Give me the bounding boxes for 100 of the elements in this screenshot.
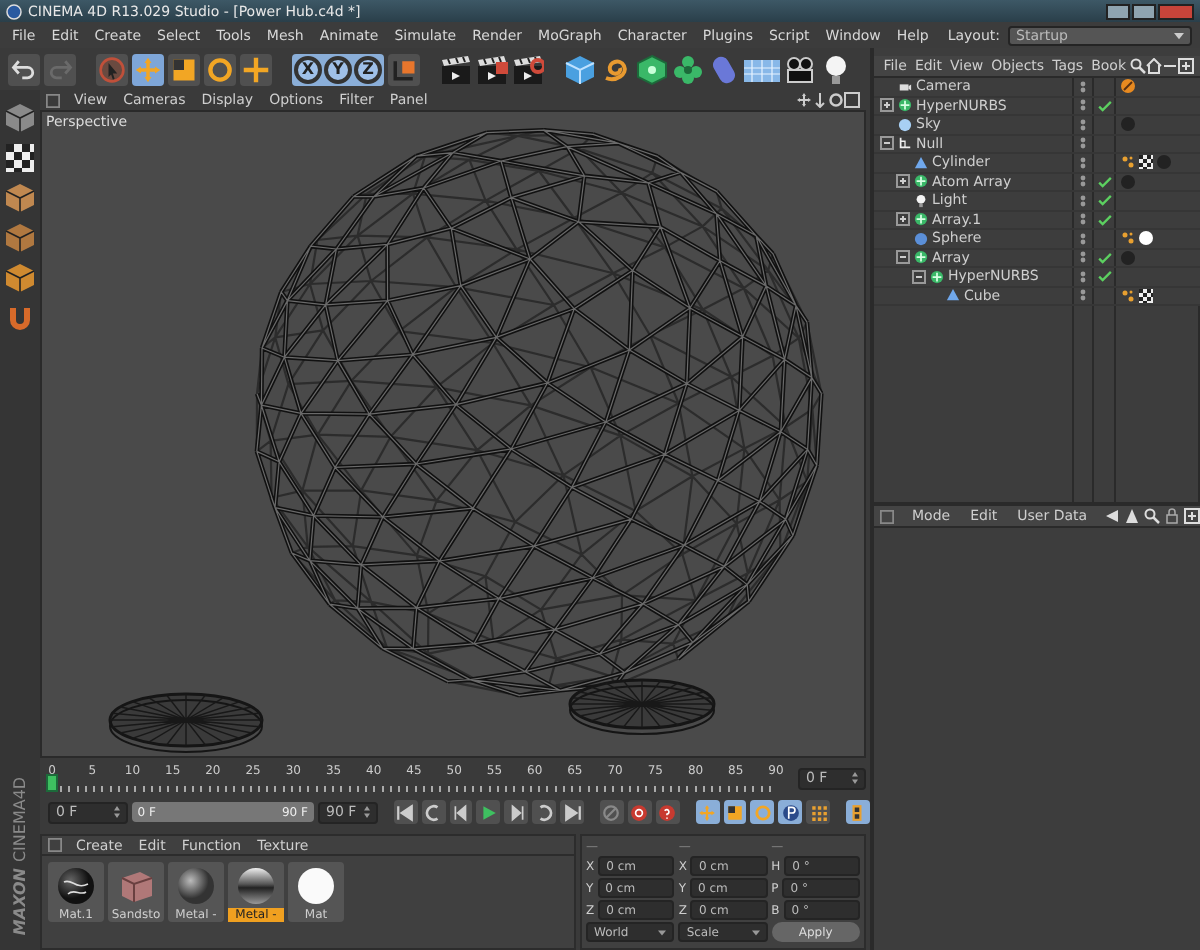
scale-tool-button[interactable] <box>168 53 200 85</box>
object-cone-icon <box>946 288 960 303</box>
previous-key-button[interactable] <box>421 800 446 824</box>
object-generator-icon <box>930 269 944 284</box>
lock-icon[interactable] <box>1163 508 1180 524</box>
material-tag-icon[interactable] <box>1138 230 1154 247</box>
previous-frame-button[interactable] <box>449 800 473 824</box>
parameter-key-icon <box>781 803 800 821</box>
phong-tag-icon[interactable] <box>1120 230 1136 247</box>
maximize-button[interactable] <box>1132 3 1156 19</box>
expand-toggle[interactable] <box>896 174 910 189</box>
enabled-toggle[interactable] <box>1094 211 1116 228</box>
enabled-toggle[interactable] <box>1094 192 1116 209</box>
light-bulb-icon[interactable] <box>820 53 852 85</box>
cube-icon[interactable] <box>4 222 36 254</box>
scale-key-button[interactable] <box>723 800 747 824</box>
expand-toggle[interactable] <box>896 250 910 265</box>
rotate-tool-button[interactable] <box>204 53 236 85</box>
enabled-toggle[interactable] <box>1094 97 1116 114</box>
playhead-handle[interactable] <box>46 774 58 792</box>
next-frame-button[interactable] <box>504 800 529 824</box>
checker-icon[interactable] <box>4 142 36 174</box>
move-tool-button[interactable] <box>132 53 164 85</box>
caret-icon <box>1174 31 1184 39</box>
move-view-icon[interactable] <box>796 92 812 108</box>
enabled-toggle[interactable] <box>1094 249 1116 266</box>
crosshair-tool-button[interactable] <box>240 53 272 85</box>
point-level-icon <box>809 803 828 821</box>
object-generator-icon <box>898 98 912 113</box>
spinner-icon <box>363 806 370 818</box>
axis-lock-button[interactable]: X <box>294 55 322 83</box>
scale-key-icon <box>725 803 744 821</box>
cube-icon[interactable] <box>564 53 596 85</box>
next-key-button[interactable] <box>532 800 557 824</box>
point-level-button[interactable] <box>806 800 831 824</box>
logo-brand: MAXON <box>11 868 29 936</box>
logo-product: CINEMA4D <box>11 776 29 863</box>
flower-icon[interactable] <box>672 53 704 85</box>
scale-icon <box>170 55 198 83</box>
panel-toggle-icon[interactable] <box>880 509 894 523</box>
expand-toggle[interactable] <box>880 98 894 113</box>
expand-toggle[interactable] <box>896 212 910 227</box>
cube-icon[interactable] <box>4 102 36 134</box>
cube-icon[interactable] <box>4 182 36 214</box>
record-key-button[interactable] <box>627 800 652 824</box>
target-tag-icon[interactable] <box>1120 78 1136 95</box>
rotate-view-icon[interactable] <box>828 92 844 108</box>
play-button[interactable] <box>476 800 501 824</box>
expand-toggle[interactable] <box>880 136 894 151</box>
up-arrow-icon[interactable] <box>1123 508 1140 524</box>
app-logo-icon <box>6 3 22 19</box>
zoom-view-icon[interactable] <box>812 92 828 108</box>
auto-key-button[interactable] <box>655 800 680 824</box>
record-icon <box>602 803 621 821</box>
go-to-start-button[interactable] <box>393 800 418 824</box>
clapperboard-icon[interactable] <box>476 53 508 85</box>
axis-lock-button[interactable]: Y <box>324 55 352 83</box>
clapperboard-icon[interactable] <box>512 53 544 85</box>
close-button[interactable] <box>1158 3 1194 19</box>
back-arrow-icon[interactable] <box>1103 508 1120 524</box>
caret-icon <box>751 929 760 935</box>
magnet-icon[interactable] <box>4 302 36 334</box>
panel-toggle-icon[interactable] <box>46 93 60 107</box>
phong-tag-icon[interactable] <box>1120 287 1136 304</box>
go-to-end-button[interactable] <box>560 800 584 824</box>
axis-lock-button[interactable]: Z <box>354 55 382 83</box>
search-icon[interactable] <box>1130 58 1146 74</box>
object-generator-icon <box>914 250 928 265</box>
camera-icon[interactable] <box>784 53 816 85</box>
rotation-key-button[interactable] <box>750 800 775 824</box>
panel-toggle-icon[interactable] <box>48 838 62 852</box>
position-key-icon <box>698 803 717 821</box>
maximize-view-icon[interactable] <box>844 92 860 108</box>
enabled-toggle[interactable] <box>1094 173 1116 190</box>
position-key-button[interactable] <box>695 800 719 824</box>
minimize-button[interactable] <box>1106 3 1130 19</box>
phong-tag-icon[interactable] <box>1120 154 1136 171</box>
object-sphere-icon <box>914 231 928 246</box>
cube-icon[interactable] <box>4 262 36 294</box>
coordinate-system-icon[interactable] <box>388 53 420 85</box>
clapperboard-icon[interactable] <box>440 53 472 85</box>
parameter-key-button[interactable] <box>778 800 803 824</box>
undo-icon[interactable] <box>8 53 40 85</box>
search-icon[interactable] <box>1143 508 1160 524</box>
film-strip-button[interactable] <box>846 800 870 824</box>
expand-toggle[interactable] <box>912 269 926 284</box>
new-panel-icon[interactable] <box>1178 58 1194 74</box>
auto-key-icon <box>658 803 677 821</box>
texture-tag-icon[interactable] <box>1138 287 1154 304</box>
new-panel-icon[interactable] <box>1183 508 1200 524</box>
cage-cube-icon[interactable] <box>636 53 668 85</box>
home-icon[interactable] <box>1146 58 1162 74</box>
move-icon <box>134 55 162 83</box>
visibility-dots-icon[interactable] <box>1080 250 1086 265</box>
crosshair-icon <box>242 55 270 83</box>
enabled-toggle[interactable] <box>1094 268 1116 285</box>
previous-frame-icon <box>451 803 470 821</box>
select-tool-button[interactable] <box>96 53 128 85</box>
texture-tag-icon[interactable] <box>1138 154 1154 171</box>
previous-key-icon <box>424 803 443 821</box>
